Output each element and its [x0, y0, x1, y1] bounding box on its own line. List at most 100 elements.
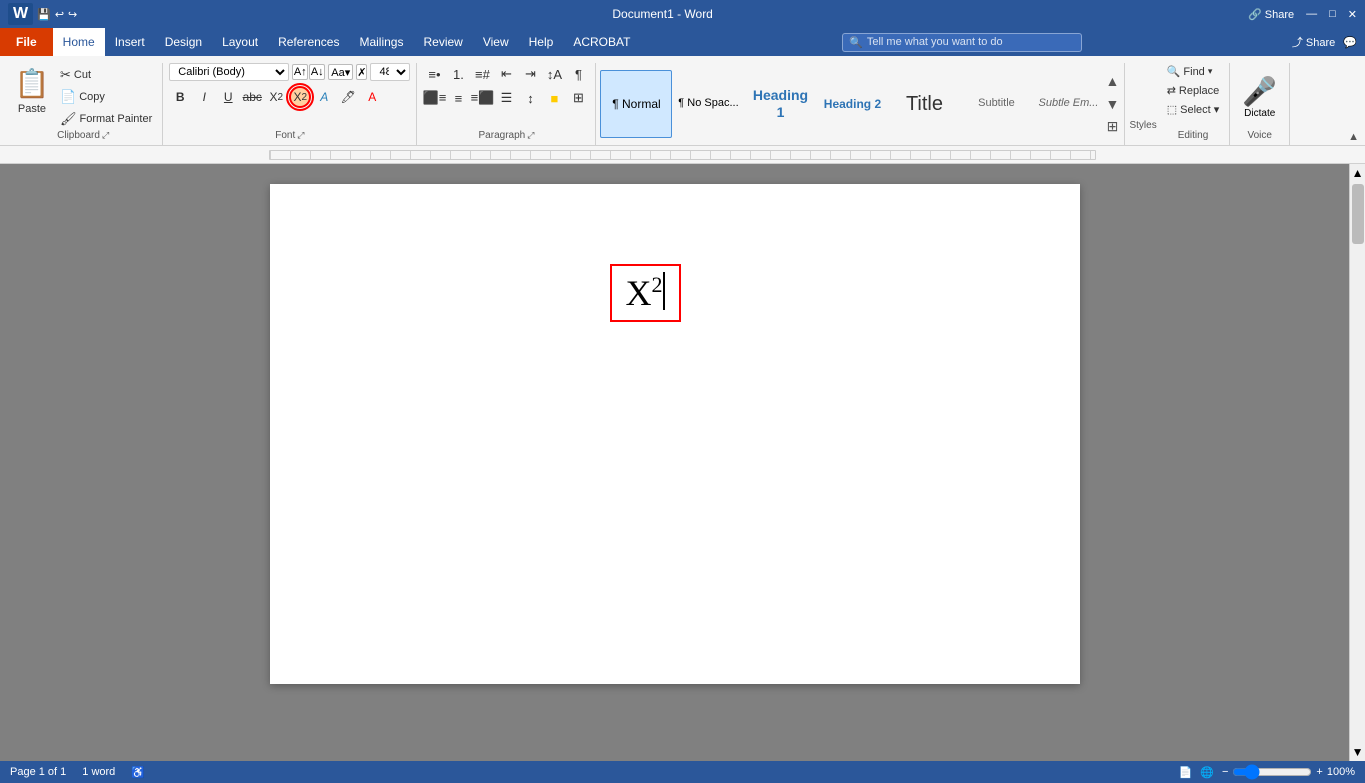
ruler-scale: [269, 150, 1096, 160]
title-bar-left: W 💾 ↩ ↪: [8, 3, 77, 25]
bold-button[interactable]: B: [169, 86, 191, 108]
shading-button[interactable]: ■: [543, 87, 565, 109]
share-button[interactable]: ⤴ Share: [1292, 34, 1335, 50]
style-heading2[interactable]: Heading 2: [816, 70, 888, 138]
format-painter-icon: 🖌: [60, 111, 77, 127]
style-title[interactable]: Title: [888, 70, 960, 138]
quick-access-undo[interactable]: ↩: [55, 8, 64, 21]
collapse-ribbon-icon[interactable]: ▲: [1348, 131, 1359, 143]
cut-button[interactable]: ✂ Cut: [56, 65, 156, 85]
share-icon[interactable]: 🔗 Share: [1248, 8, 1294, 21]
ribbon-collapse[interactable]: ▲: [1346, 129, 1361, 145]
style-title-preview: Title: [906, 92, 943, 116]
format-painter-button[interactable]: 🖌 Format Painter: [56, 109, 156, 129]
clear-format-button[interactable]: ✗: [356, 64, 367, 80]
scroll-up-button[interactable]: ▲: [1350, 164, 1365, 182]
menu-file[interactable]: File: [0, 28, 53, 56]
paste-button[interactable]: 📋 Paste: [10, 63, 54, 117]
italic-button[interactable]: I: [193, 86, 215, 108]
menu-acrobat[interactable]: ACROBAT: [563, 28, 640, 56]
menu-design[interactable]: Design: [155, 28, 212, 56]
style-no-spacing[interactable]: ¶ No Spac...: [672, 70, 744, 138]
style-heading1[interactable]: Heading 1: [744, 70, 816, 138]
paragraph-expand-icon[interactable]: ⤢: [527, 130, 534, 141]
vertical-scrollbar[interactable]: ▲ ▼: [1349, 164, 1365, 761]
multilevel-button[interactable]: ≡#: [471, 63, 493, 85]
zoom-in-icon[interactable]: +: [1316, 766, 1322, 778]
menu-mailings[interactable]: Mailings: [349, 28, 413, 56]
print-layout-icon[interactable]: 📄: [1179, 766, 1193, 779]
style-normal[interactable]: ¶ Normal: [600, 70, 672, 138]
subscript-button[interactable]: X2: [265, 86, 287, 108]
paragraph-row2: ⬛≡ ≡ ≡⬛ ☰ ↕ ■ ⊞: [423, 87, 589, 109]
text-effects-button[interactable]: A: [313, 86, 335, 108]
increase-font-button[interactable]: A↑: [292, 64, 308, 80]
superscript-button[interactable]: X2: [289, 86, 311, 108]
zoom-slider[interactable]: − + 100%: [1222, 764, 1355, 780]
cut-icon: ✂: [60, 67, 71, 83]
menu-review[interactable]: Review: [413, 28, 472, 56]
clipboard-expand-icon[interactable]: ⤢: [102, 130, 109, 141]
justify-button[interactable]: ☰: [495, 87, 517, 109]
clipboard-group: 📋 Paste ✂ Cut 📄 Copy 🖌 Format Painter: [4, 63, 163, 145]
menu-help[interactable]: Help: [519, 28, 564, 56]
replace-button[interactable]: ⇄ Replace: [1163, 82, 1224, 99]
styles-scroll-up[interactable]: ▲: [1104, 70, 1120, 93]
text-highlight-button[interactable]: 🖊: [337, 86, 359, 108]
align-right-button[interactable]: ≡⬛: [471, 87, 493, 109]
title-bar-center: Document1 - Word: [77, 7, 1248, 21]
scroll-thumb[interactable]: [1352, 184, 1364, 244]
minimize-icon[interactable]: —: [1306, 8, 1317, 20]
comments-icon[interactable]: 💬: [1343, 36, 1357, 49]
scroll-down-button[interactable]: ▼: [1350, 743, 1365, 761]
strikethrough-button[interactable]: abc: [241, 86, 263, 108]
paragraph-row1: ≡• 1. ≡# ⇤ ⇥ ↕A ¶: [423, 63, 589, 85]
font-expand-icon[interactable]: ⤢: [297, 130, 304, 141]
menu-insert[interactable]: Insert: [105, 28, 155, 56]
title-bar: W 💾 ↩ ↪ Document1 - Word 🔗 Share — □ ✕: [0, 0, 1365, 28]
web-layout-icon[interactable]: 🌐: [1200, 766, 1214, 779]
copy-button[interactable]: 📄 Copy: [56, 87, 156, 107]
dictate-button[interactable]: 🎤 Dictate: [1236, 73, 1283, 121]
borders-button[interactable]: ⊞: [567, 87, 589, 109]
style-subtle-em[interactable]: Subtle Em...: [1032, 70, 1104, 138]
replace-icon: ⇄: [1167, 84, 1176, 97]
change-case-button[interactable]: Aa▾: [328, 64, 353, 80]
document-container[interactable]: X 2: [0, 164, 1349, 761]
maximize-icon[interactable]: □: [1329, 8, 1336, 20]
style-subtitle[interactable]: Subtitle: [960, 70, 1032, 138]
numbering-button[interactable]: 1.: [447, 63, 469, 85]
menu-view[interactable]: View: [473, 28, 519, 56]
styles-expand[interactable]: ⊞: [1104, 115, 1120, 138]
decrease-font-button[interactable]: A↓: [309, 64, 325, 80]
decrease-indent-button[interactable]: ⇤: [495, 63, 517, 85]
paragraph-label: Paragraph ⤢: [479, 130, 535, 143]
quick-access-save[interactable]: 💾: [37, 8, 51, 21]
font-group: Calibri (Body) A↑ A↓ Aa▾ ✗ 48 B I U abc …: [163, 63, 417, 145]
ruler: [0, 146, 1365, 164]
align-center-button[interactable]: ≡: [447, 87, 469, 109]
show-formatting-button[interactable]: ¶: [567, 63, 589, 85]
find-button[interactable]: 🔍 Find ▾: [1163, 63, 1224, 80]
menu-references[interactable]: References: [268, 28, 349, 56]
zoom-out-icon[interactable]: −: [1222, 766, 1228, 778]
font-color-button[interactable]: A: [361, 86, 383, 108]
menu-home[interactable]: Home: [53, 28, 105, 56]
align-left-button[interactable]: ⬛≡: [423, 87, 445, 109]
close-icon[interactable]: ✕: [1348, 8, 1357, 21]
accessibility-icon[interactable]: ♿: [131, 766, 145, 779]
quick-access-redo[interactable]: ↪: [68, 8, 77, 21]
select-button[interactable]: ⬚ Select ▾: [1163, 101, 1224, 118]
sort-button[interactable]: ↕A: [543, 63, 565, 85]
font-size-select[interactable]: 48: [370, 63, 410, 81]
increase-indent-button[interactable]: ⇥: [519, 63, 541, 85]
main-content: X 2 ▲ ▼ Page 1 of 1 1 word ♿ 📄 🌐 −: [0, 146, 1365, 783]
styles-scroll-down[interactable]: ▼: [1104, 93, 1120, 116]
search-wrapper[interactable]: 🔍 Tell me what you want to do: [842, 33, 1082, 52]
bullets-button[interactable]: ≡•: [423, 63, 445, 85]
menu-layout[interactable]: Layout: [212, 28, 268, 56]
font-name-select[interactable]: Calibri (Body): [169, 63, 289, 81]
zoom-range[interactable]: [1232, 764, 1312, 780]
line-spacing-button[interactable]: ↕: [519, 87, 541, 109]
underline-button[interactable]: U: [217, 86, 239, 108]
